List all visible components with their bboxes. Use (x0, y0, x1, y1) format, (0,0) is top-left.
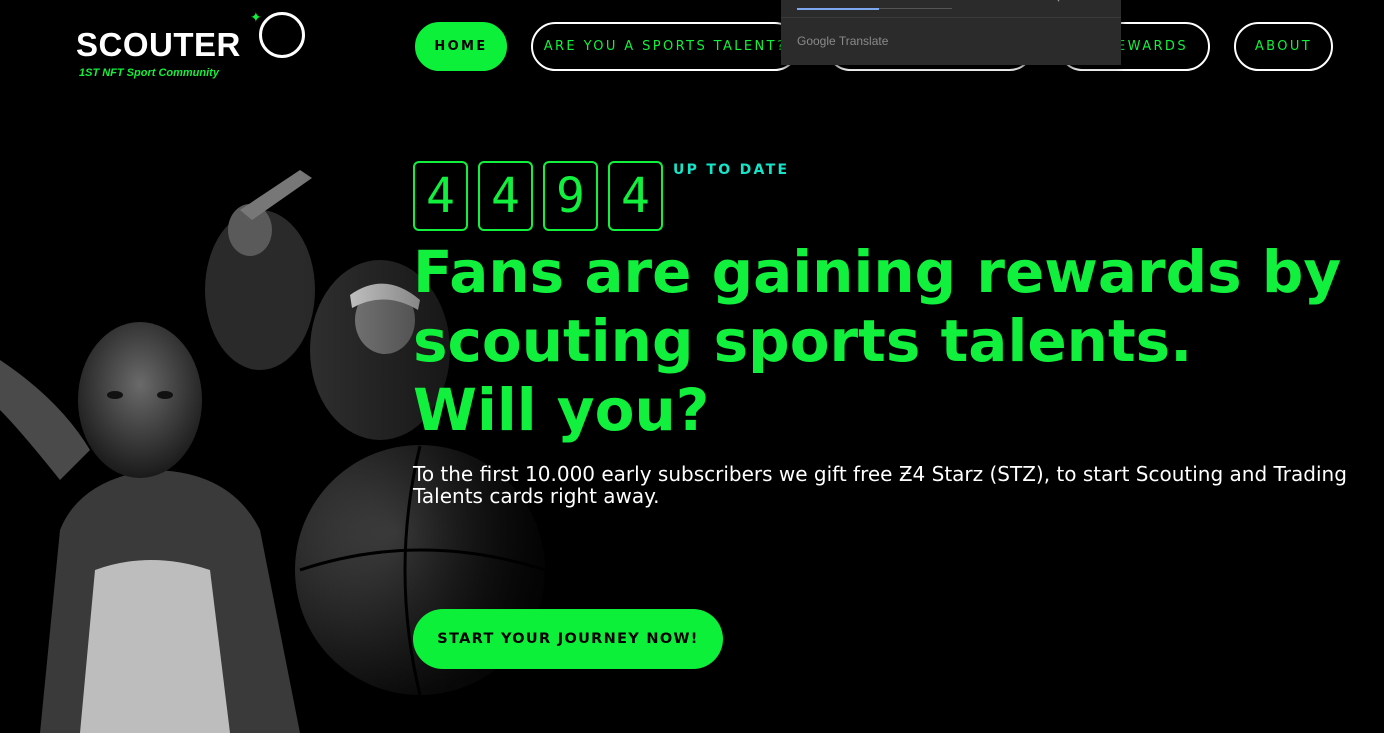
logo-z-ring-icon (259, 12, 305, 58)
translate-label: Google Translate (797, 34, 889, 48)
counter-digit: 4 (478, 161, 533, 231)
logo-star-icon: ✦ (250, 10, 262, 26)
nav-sports-talent[interactable]: ARE YOU A SPORTS TALENT? (531, 22, 799, 71)
google-translate-popup[interactable]: ▾ Google Translate (781, 0, 1121, 65)
translate-progress-fill (797, 8, 880, 10)
nav-about[interactable]: ABOUT (1234, 22, 1333, 71)
headline-line: scouting sports talents. (413, 307, 1193, 375)
headline-line: Fans are gaining rewards by (413, 238, 1342, 306)
hero-headline: Fans are gaining rewards by scouting spo… (413, 238, 1373, 445)
translate-divider (781, 17, 1121, 18)
start-journey-button[interactable]: START YOUR JOURNEY NOW! (413, 609, 723, 669)
logo-tagline: 1ST NFT Sport Community (79, 67, 219, 79)
counter-label: UP TO DATE (673, 162, 790, 178)
headline-line: Will you? (413, 376, 710, 444)
counter-digit: 9 (543, 161, 598, 231)
subscriber-counter: 4 4 9 4 (413, 161, 663, 231)
logo-wordmark: SCOUTER (76, 26, 241, 63)
nav-home[interactable]: HOME (415, 22, 507, 71)
hero-subtext: To the first 10.000 early subscribers we… (413, 462, 1347, 508)
chevron-down-icon[interactable]: ▾ (1056, 0, 1061, 5)
counter-digit: 4 (413, 161, 468, 231)
counter-digit: 4 (608, 161, 663, 231)
scouterz-logo[interactable]: SCOUTER ✦ 1ST NFT Sport Community (76, 10, 316, 84)
translate-progress-track (797, 8, 952, 10)
